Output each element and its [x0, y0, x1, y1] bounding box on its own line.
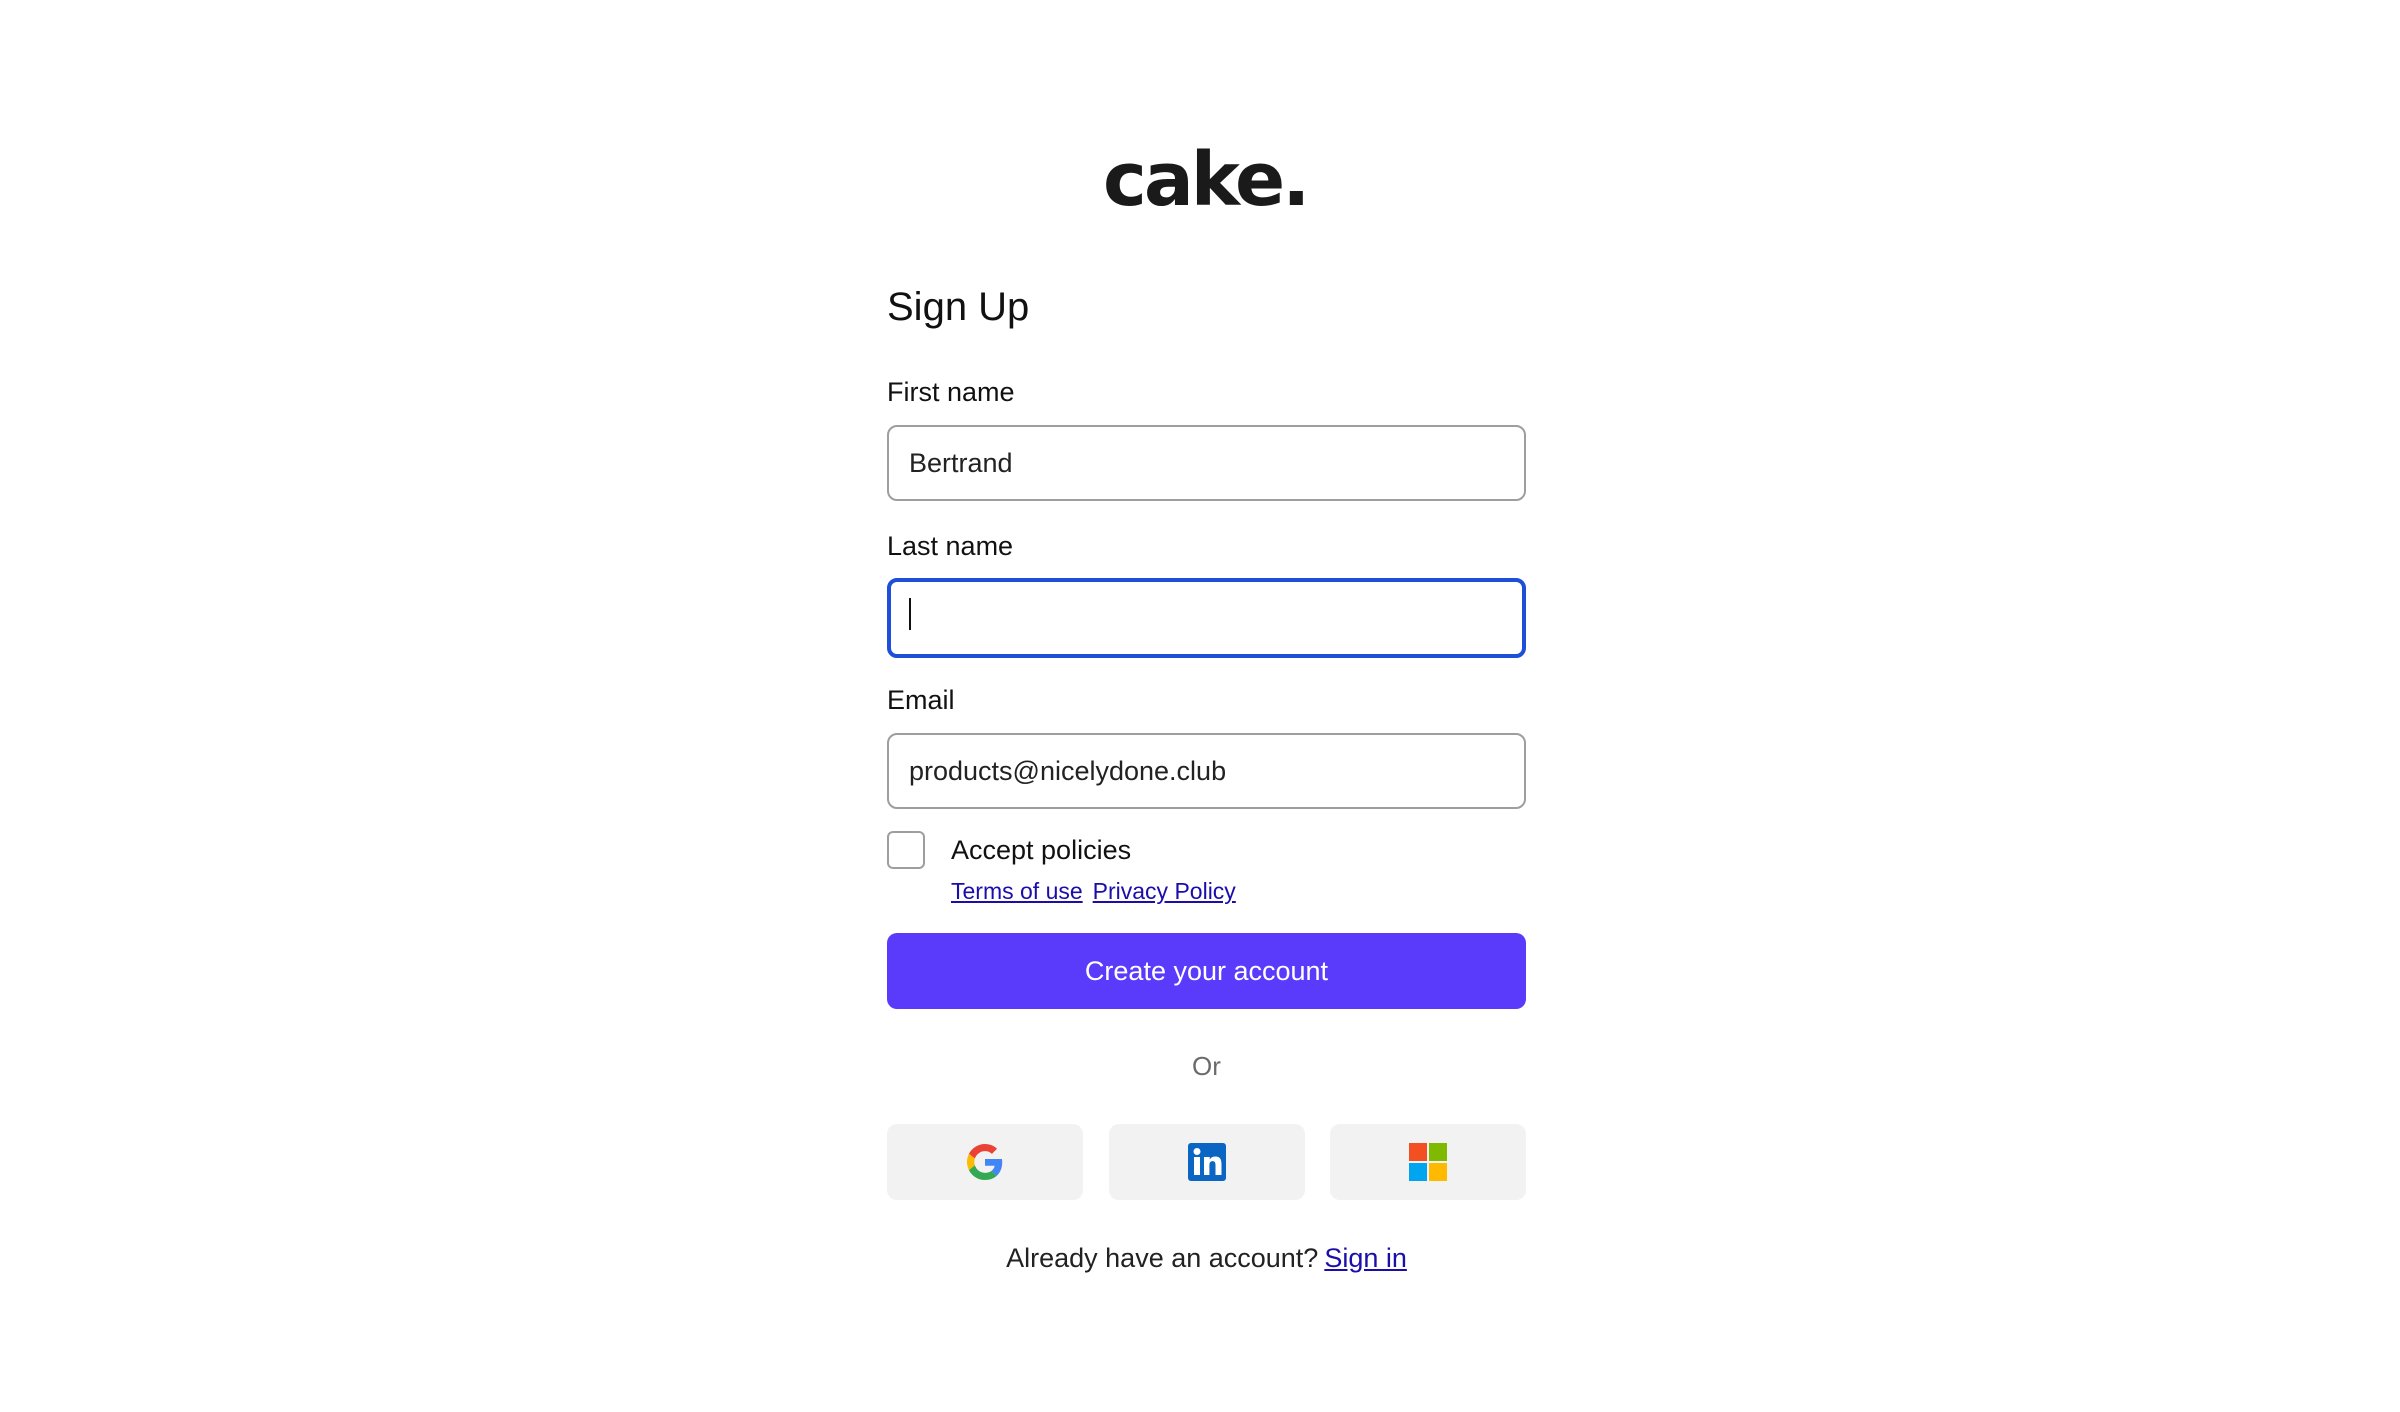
policy-links: Terms of use Privacy Policy: [951, 875, 1246, 907]
linkedin-signin-button[interactable]: [1109, 1124, 1305, 1200]
microsoft-signin-button[interactable]: [1330, 1124, 1526, 1200]
email-input[interactable]: [887, 733, 1526, 809]
text-caret: [909, 598, 911, 630]
cake-logo: cake.: [1103, 137, 1310, 223]
accept-policies-label: Accept policies: [951, 835, 1132, 865]
linkedin-icon: [1188, 1143, 1226, 1181]
page-title: Sign Up: [887, 285, 1030, 329]
signup-page: cake. Sign Up First name Last name Email…: [0, 0, 2400, 1412]
google-signin-button[interactable]: [887, 1124, 1083, 1200]
privacy-policy-link[interactable]: Privacy Policy: [1093, 878, 1236, 904]
accept-policies-checkbox[interactable]: [887, 831, 925, 869]
signin-prompt-text: Already have an account?: [1006, 1243, 1319, 1273]
terms-of-use-link[interactable]: Terms of use: [951, 878, 1083, 904]
last-name-wrapper: [887, 578, 1526, 658]
microsoft-icon: [1409, 1143, 1447, 1181]
google-icon: [967, 1144, 1003, 1180]
first-name-input[interactable]: [887, 425, 1526, 501]
email-label: Email: [887, 685, 955, 715]
or-divider: Or: [1192, 1051, 1221, 1081]
signin-link[interactable]: Sign in: [1324, 1243, 1407, 1273]
last-name-label: Last name: [887, 531, 1014, 561]
first-name-label: First name: [887, 377, 1015, 407]
create-account-button[interactable]: Create your account: [887, 933, 1526, 1009]
signin-prompt-row: Already have an account? Sign in: [887, 1240, 1526, 1276]
last-name-input[interactable]: [887, 578, 1526, 658]
